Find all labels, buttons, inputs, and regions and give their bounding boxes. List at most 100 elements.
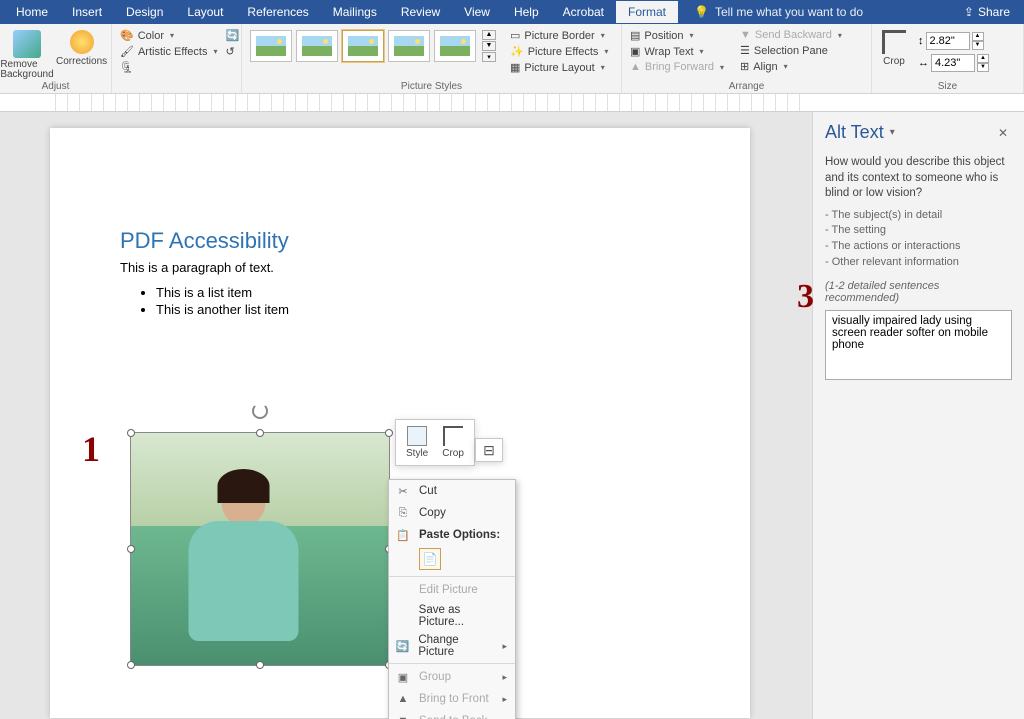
corrections-label: Corrections <box>56 56 107 67</box>
align-label: Align <box>753 61 777 73</box>
tab-design[interactable]: Design <box>114 1 175 23</box>
style-thumb-3[interactable] <box>342 30 384 62</box>
resize-handle-b[interactable] <box>256 661 264 669</box>
pane-recommendation: (1-2 detailed sentences recommended) <box>825 280 1012 304</box>
list-item[interactable]: This is a list item <box>156 285 680 300</box>
scissors-icon: ✂ <box>395 483 411 499</box>
mini-crop-label: Crop <box>442 448 464 459</box>
menu-send-to-back: ▼Send to Back▸ <box>389 710 515 719</box>
tab-help[interactable]: Help <box>502 1 551 23</box>
menu-cut[interactable]: ✂Cut <box>389 480 515 502</box>
resize-handle-tr[interactable] <box>385 429 393 437</box>
group-adjust-label: Adjust <box>0 81 111 92</box>
tab-layout[interactable]: Layout <box>175 1 235 23</box>
menu-save-as-picture[interactable]: Save as Picture... <box>389 601 515 631</box>
document-heading[interactable]: PDF Accessibility <box>120 228 680 254</box>
compress-button[interactable]: 🗜 <box>118 60 219 75</box>
position-button[interactable]: ▤Position▾ <box>628 28 726 43</box>
selection-pane-button[interactable]: ☰Selection Pane <box>738 43 844 58</box>
corrections-button[interactable]: Corrections <box>52 28 111 69</box>
tab-mailings[interactable]: Mailings <box>321 1 389 23</box>
layout-icon: ▦ <box>510 61 520 74</box>
back-icon: ▼ <box>395 713 411 719</box>
menu-paste-header: 📋Paste Options: <box>389 524 515 546</box>
selection-label: Selection Pane <box>754 45 828 57</box>
gallery-up[interactable]: ▲ <box>482 30 496 40</box>
share-button[interactable]: ⇪ Share <box>964 5 1010 19</box>
pane-close-button[interactable]: ✕ <box>994 126 1012 140</box>
tab-format[interactable]: Format <box>616 1 678 23</box>
copy-icon: ⎘ <box>395 505 411 521</box>
rotate-handle[interactable] <box>252 403 268 419</box>
height-down[interactable]: ▼ <box>972 41 984 50</box>
resize-handle-tl[interactable] <box>127 429 135 437</box>
style-thumb-1[interactable] <box>250 30 292 62</box>
width-up[interactable]: ▲ <box>977 54 989 63</box>
pic-layout-label: Picture Layout <box>524 62 594 74</box>
pane-hint: - The actions or interactions <box>825 239 1012 254</box>
lightbulb-icon: 💡 <box>694 5 709 19</box>
picture-effects-button[interactable]: ✨Picture Effects▾ <box>508 44 610 59</box>
style-thumb-2[interactable] <box>296 30 338 62</box>
style-thumb-5[interactable] <box>434 30 476 62</box>
align-icon: ⊞ <box>740 60 749 73</box>
pane-options-button[interactable]: ▾ <box>884 127 901 138</box>
change-picture-button[interactable]: 🔄 <box>223 28 241 43</box>
crop-button[interactable]: Crop <box>878 28 910 69</box>
document-paragraph[interactable]: This is a paragraph of text. <box>120 260 680 275</box>
send-backward-button[interactable]: ▼Send Backward▾ <box>738 28 844 42</box>
reset-picture-button[interactable]: ↺ <box>223 44 241 59</box>
align-button[interactable]: ⊞Align▾ <box>738 59 844 74</box>
tab-insert[interactable]: Insert <box>60 1 114 23</box>
crop-icon <box>443 426 463 446</box>
pane-hint: - The setting <box>825 223 1012 238</box>
wrap-text-button[interactable]: ▣Wrap Text▾ <box>628 44 726 59</box>
alt-text-input[interactable] <box>825 310 1012 380</box>
wrap-label: Wrap Text <box>644 46 693 58</box>
picture-layout-button[interactable]: ▦Picture Layout▾ <box>508 60 610 75</box>
selected-image[interactable] <box>130 432 390 666</box>
tab-review[interactable]: Review <box>389 1 452 23</box>
gallery-more[interactable]: ▾ <box>482 52 496 62</box>
menu-bring-to-front: ▲Bring to Front▸ <box>389 688 515 710</box>
remove-background-button[interactable]: Remove Background <box>6 28 48 82</box>
callout-1: 1 <box>82 428 100 470</box>
compress-icon: 🗜 <box>120 61 134 74</box>
color-button[interactable]: 🎨Color▾ <box>118 28 219 43</box>
picture-border-button[interactable]: ▭Picture Border▾ <box>508 28 610 43</box>
resize-handle-l[interactable] <box>127 545 135 553</box>
clipboard-icon: 📋 <box>395 527 411 543</box>
group-arrange-label: Arrange <box>622 81 871 92</box>
mini-toolbar: Style Crop <box>395 419 475 466</box>
resize-handle-t[interactable] <box>256 429 264 437</box>
effects-label: Picture Effects <box>528 46 599 58</box>
artistic-effects-button[interactable]: 🖌Artistic Effects▾ <box>118 44 219 59</box>
border-icon: ▭ <box>510 29 520 42</box>
height-input[interactable] <box>926 32 970 50</box>
reset-icon: ↺ <box>225 45 234 58</box>
tab-view[interactable]: View <box>452 1 502 23</box>
sun-icon <box>70 30 94 54</box>
width-input[interactable] <box>931 54 975 72</box>
edit-picture-label: Edit Picture <box>419 584 478 596</box>
height-up[interactable]: ▲ <box>972 32 984 41</box>
paste-option-keep-source[interactable]: 📄 <box>419 548 441 570</box>
width-down[interactable]: ▼ <box>977 63 989 72</box>
resize-handle-bl[interactable] <box>127 661 135 669</box>
tab-home[interactable]: Home <box>4 1 60 23</box>
backward-icon: ▼ <box>740 29 751 41</box>
mini-style-button[interactable]: Style <box>400 424 434 461</box>
tab-acrobat[interactable]: Acrobat <box>551 1 616 23</box>
horizontal-ruler[interactable] <box>0 94 1024 112</box>
tab-references[interactable]: References <box>235 1 320 23</box>
menu-copy[interactable]: ⎘Copy <box>389 502 515 524</box>
list-item[interactable]: This is another list item <box>156 302 680 317</box>
style-thumb-4[interactable] <box>388 30 430 62</box>
mini-crop-button[interactable]: Crop <box>436 424 470 461</box>
menu-change-picture[interactable]: 🔄Change Picture▸ <box>389 631 515 661</box>
layout-options-button[interactable]: ⊟ <box>475 438 503 462</box>
bring-forward-button[interactable]: ▲Bring Forward▾ <box>628 60 726 74</box>
gallery-down[interactable]: ▼ <box>482 41 496 51</box>
tell-me-search[interactable]: 💡 Tell me what you want to do <box>694 5 863 19</box>
change-label: Change Picture <box>418 634 494 658</box>
